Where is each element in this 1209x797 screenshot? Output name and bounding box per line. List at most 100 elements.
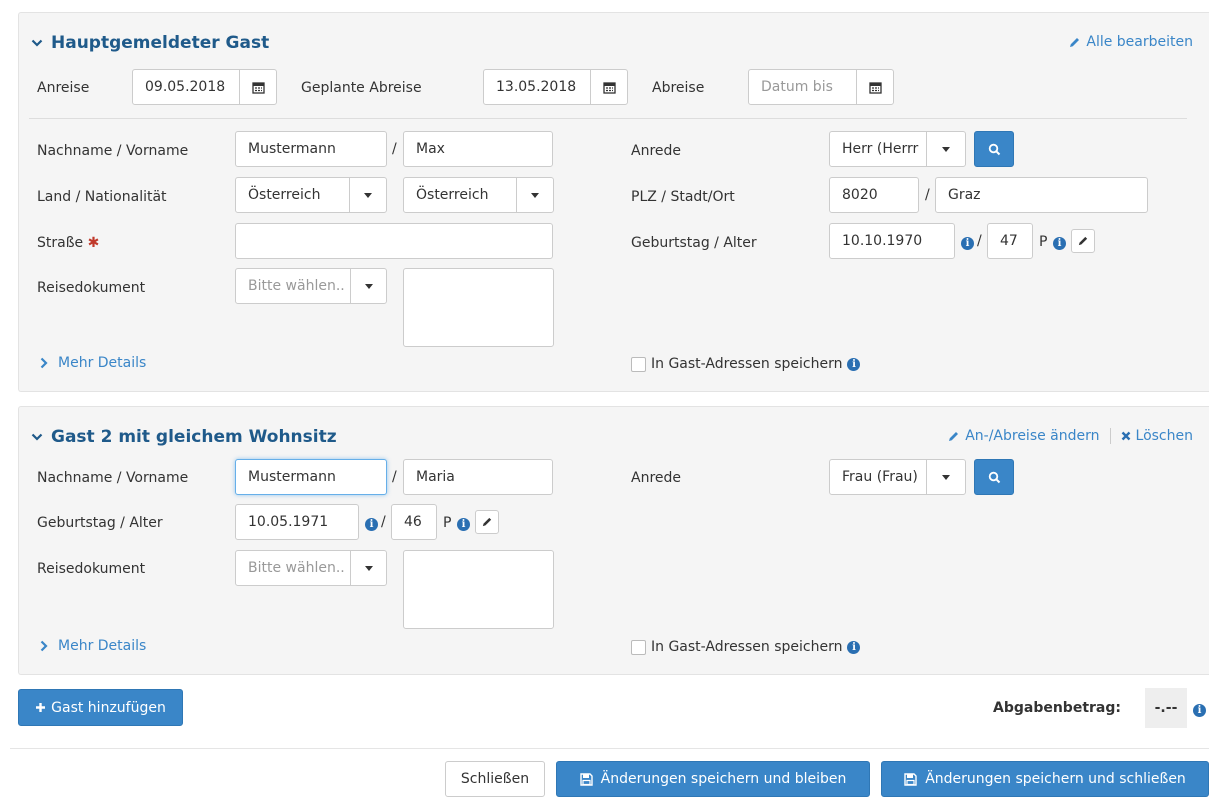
edit-age-button[interactable] xyxy=(475,510,499,534)
age-separator: / xyxy=(977,233,982,249)
departure-input[interactable]: Datum bis xyxy=(748,69,857,105)
save-address-option: In Gast-Adressen speichern i xyxy=(631,639,861,655)
salutation-select[interactable]: Frau (Frau) xyxy=(829,459,927,495)
document-dropdown-button[interactable] xyxy=(350,550,387,586)
planned-departure-calendar-button[interactable] xyxy=(590,69,628,105)
arrival-calendar-button[interactable] xyxy=(239,69,277,105)
document-textarea[interactable] xyxy=(403,550,554,629)
main-guest-header[interactable]: Hauptgemeldeter Gast xyxy=(31,33,269,53)
document-label: Reisedokument xyxy=(37,561,146,577)
add-guest-button[interactable]: Gast hinzufügen xyxy=(18,689,183,726)
close-button[interactable]: Schließen xyxy=(445,761,545,797)
levy-label: Abgabenbetrag: xyxy=(993,700,1121,716)
age-info-icon[interactable]: i xyxy=(1053,234,1066,250)
caret-down-icon xyxy=(364,192,372,198)
levy-value: -.-- xyxy=(1145,688,1187,728)
arrival-label: Anreise xyxy=(37,80,90,96)
search-salutation-button[interactable] xyxy=(974,131,1014,167)
planned-departure-input[interactable]: 13.05.2018 xyxy=(483,69,591,105)
document-dropdown-button[interactable] xyxy=(350,268,387,304)
caret-down-icon xyxy=(364,283,373,289)
country-dropdown-button[interactable] xyxy=(349,177,387,213)
levy-info-icon[interactable]: i xyxy=(1193,701,1206,717)
pencil-icon xyxy=(1078,236,1088,246)
age-input[interactable]: 47 xyxy=(987,223,1033,259)
save-address-info-icon[interactable]: i xyxy=(847,357,861,371)
name-separator: / xyxy=(392,141,397,157)
caret-down-icon xyxy=(942,146,950,152)
departure-label: Abreise xyxy=(652,80,705,96)
save-and-stay-label: Änderungen speichern und bleiben xyxy=(600,771,847,787)
search-salutation-button[interactable] xyxy=(974,459,1014,495)
save-address-checkbox[interactable] xyxy=(631,639,646,655)
salutation-select[interactable]: Herr (Herrr xyxy=(829,131,927,167)
birthday-input[interactable]: 10.10.1970 xyxy=(829,223,955,259)
arrival-input[interactable]: 09.05.2018 xyxy=(132,69,240,105)
departure-calendar-button[interactable] xyxy=(856,69,894,105)
pencil-icon xyxy=(1070,37,1080,47)
planned-departure-label: Geplante Abreise xyxy=(301,80,422,96)
chevron-down-icon xyxy=(31,39,43,47)
city-input[interactable]: Graz xyxy=(935,177,1148,213)
edit-all-link[interactable]: Alle bearbeiten xyxy=(1068,34,1193,50)
salutation-dropdown-button[interactable] xyxy=(926,459,966,495)
age-suffix: P xyxy=(443,515,452,531)
firstname-input[interactable]: Max xyxy=(403,131,553,167)
nationality-select[interactable]: Österreich xyxy=(403,177,517,213)
change-dates-link[interactable]: An-/Abreise ändern xyxy=(947,428,1100,444)
salutation-label: Anrede xyxy=(631,143,682,159)
birthday-label: Geburtstag / Alter xyxy=(631,235,757,251)
save-and-stay-button[interactable]: Änderungen speichern und bleiben xyxy=(556,761,870,797)
calendar-icon xyxy=(251,81,265,94)
more-details-link[interactable]: Mehr Details xyxy=(39,355,146,371)
lastname-input[interactable]: Mustermann xyxy=(235,459,387,495)
plus-icon xyxy=(36,703,46,712)
chevron-right-icon xyxy=(40,640,48,652)
save-address-checkbox[interactable] xyxy=(631,356,646,372)
delete-guest-label: Löschen xyxy=(1135,428,1193,444)
birthday-info-icon[interactable]: i xyxy=(365,515,378,531)
search-icon xyxy=(988,143,1000,155)
firstname-input[interactable]: Maria xyxy=(403,459,553,495)
guest-2-panel: Gast 2 mit gleichem Wohnsitz An-/Abreise… xyxy=(18,406,1209,675)
calendar-icon xyxy=(602,81,616,94)
name-separator: / xyxy=(392,469,397,485)
more-details-link[interactable]: Mehr Details xyxy=(39,638,146,654)
guest-2-actions: An-/Abreise ändern Löschen xyxy=(947,428,1193,444)
more-details-label: Mehr Details xyxy=(58,355,147,371)
add-guest-label: Gast hinzufügen xyxy=(51,699,166,716)
country-select[interactable]: Österreich xyxy=(235,177,350,213)
floppy-disk-icon xyxy=(579,772,593,786)
guest-2-header[interactable]: Gast 2 mit gleichem Wohnsitz xyxy=(31,427,337,447)
guest-2-title: Gast 2 mit gleichem Wohnsitz xyxy=(51,427,337,447)
document-select[interactable]: Bitte wählen.. xyxy=(235,550,351,586)
save-address-info-icon[interactable]: i xyxy=(847,640,861,654)
actions-divider xyxy=(1109,428,1111,444)
birthday-info-icon[interactable]: i xyxy=(961,234,974,250)
document-textarea[interactable] xyxy=(403,268,554,347)
chevron-right-icon xyxy=(40,357,48,369)
street-input[interactable] xyxy=(235,223,553,259)
pencil-icon xyxy=(482,517,492,527)
edit-age-button[interactable] xyxy=(1071,229,1095,253)
zip-label: PLZ / Stadt/Ort xyxy=(631,189,735,205)
birthday-input[interactable]: 10.05.1971 xyxy=(235,504,359,540)
document-label: Reisedokument xyxy=(37,280,146,296)
edit-all-label: Alle bearbeiten xyxy=(1086,34,1193,50)
zip-input[interactable]: 8020 xyxy=(829,177,919,213)
age-input[interactable]: 46 xyxy=(391,504,437,540)
age-info-icon[interactable]: i xyxy=(457,515,470,531)
floppy-disk-icon xyxy=(904,772,917,786)
lastname-input[interactable]: Mustermann xyxy=(235,131,387,167)
nationality-dropdown-button[interactable] xyxy=(516,177,554,213)
search-icon xyxy=(988,471,1000,483)
main-guest-panel: Hauptgemeldeter Gast Alle bearbeiten Anr… xyxy=(18,12,1209,392)
caret-down-icon xyxy=(531,192,539,198)
save-address-label: In Gast-Adressen speichern xyxy=(651,639,843,655)
more-details-label: Mehr Details xyxy=(58,638,147,654)
salutation-dropdown-button[interactable] xyxy=(926,131,966,167)
document-select[interactable]: Bitte wählen.. xyxy=(235,268,351,304)
footer-divider xyxy=(10,748,1209,749)
delete-guest-link[interactable]: Löschen xyxy=(1121,428,1193,444)
save-and-close-button[interactable]: Änderungen speichern und schließen xyxy=(881,761,1209,797)
